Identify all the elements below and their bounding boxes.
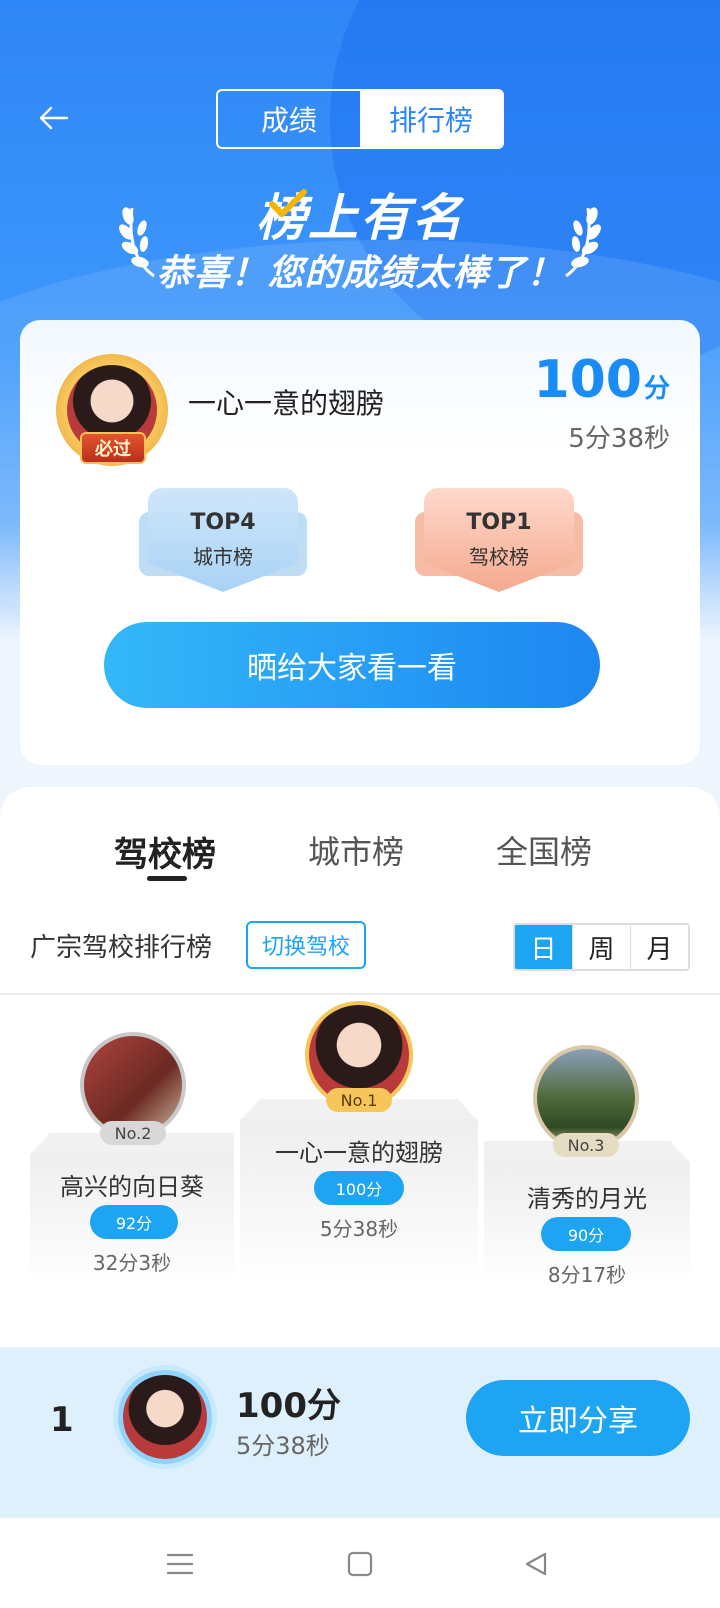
banner-subtitle: 恭喜！您的成绩太棒了！	[156, 253, 564, 294]
rank-tag-first: No.1	[326, 1088, 392, 1112]
home-square-icon	[347, 1551, 373, 1577]
rank-tag-third: No.3	[553, 1133, 619, 1157]
my-score: 100分	[236, 1386, 341, 1426]
score-first: 100分	[314, 1171, 404, 1205]
score-second: 92分	[90, 1205, 178, 1239]
system-nav-bar	[0, 1518, 720, 1608]
rank-label: TOP4	[190, 510, 256, 535]
show-off-button[interactable]: 晒给大家看一看	[104, 622, 600, 708]
my-rank-bar: 1 100分 5分38秒 立即分享	[0, 1348, 720, 1518]
user-name: 一心一意的翅膀	[188, 387, 385, 420]
back-button[interactable]	[34, 98, 74, 138]
time-third: 8分17秒	[547, 1263, 627, 1287]
banner-title: 榜上有名	[256, 189, 464, 247]
my-rank-number: 1	[50, 1400, 74, 1440]
tab-national-board[interactable]: 全国榜	[496, 827, 592, 873]
rank-tag-second: No.2	[100, 1121, 166, 1145]
switch-school-button[interactable]: 切换驾校	[246, 921, 366, 969]
back-triangle-icon	[525, 1552, 547, 1576]
my-avatar	[118, 1370, 212, 1464]
rank-board-label: 城市榜	[193, 545, 253, 569]
score-value: 100	[533, 350, 642, 410]
period-day[interactable]: 日	[515, 925, 572, 969]
rank-label: TOP1	[466, 510, 532, 535]
score-third: 90分	[541, 1217, 631, 1251]
board-tabs: 驾校榜 城市榜 全国榜	[0, 827, 720, 887]
pass-badge: 必过	[80, 432, 146, 464]
view-switch: 成绩 排行榜	[216, 89, 504, 149]
time-first: 5分38秒	[319, 1217, 399, 1241]
period-selector: 日 周 月	[513, 923, 690, 971]
name-second: 高兴的向日葵	[60, 1173, 204, 1201]
rank-badge-city: TOP4 城市榜	[148, 488, 298, 592]
share-now-button[interactable]: 立即分享	[466, 1380, 690, 1456]
score-unit: 分	[643, 374, 670, 404]
nav-back-button[interactable]	[512, 1540, 560, 1588]
board-title: 广宗驾校排行榜	[30, 933, 213, 963]
leaderboard-panel: 驾校榜 城市榜 全国榜 广宗驾校排行榜 切换驾校 日 周 月 No.2 高兴的向…	[0, 787, 720, 1347]
arrow-left-icon	[39, 106, 69, 130]
tab-ranking[interactable]: 排行榜	[360, 91, 502, 147]
rank-board-label: 驾校榜	[469, 545, 529, 569]
result-card: 必过 一心一意的翅膀 100 分 5分38秒 TOP4 城市榜 TOP1 驾校榜…	[20, 320, 700, 765]
tab-school-board[interactable]: 驾校榜	[114, 827, 216, 876]
divider	[0, 993, 720, 995]
menu-icon	[166, 1553, 194, 1575]
checkmark-icon	[269, 189, 307, 217]
tab-score[interactable]: 成绩	[218, 91, 360, 147]
name-third: 清秀的月光	[527, 1185, 647, 1213]
rank-badge-school: TOP1 驾校榜	[424, 488, 574, 592]
time-second: 32分3秒	[92, 1251, 172, 1275]
period-month[interactable]: 月	[630, 925, 688, 969]
active-tab-indicator	[147, 876, 187, 881]
tab-city-board[interactable]: 城市榜	[308, 827, 404, 873]
score-display: 100 分	[533, 350, 670, 410]
nav-home-button[interactable]	[336, 1540, 384, 1588]
elapsed-time: 5分38秒	[568, 424, 670, 454]
my-time: 5分38秒	[236, 1432, 330, 1460]
nav-menu-button[interactable]	[156, 1540, 204, 1588]
period-week[interactable]: 周	[572, 925, 630, 969]
name-first: 一心一意的翅膀	[275, 1139, 443, 1167]
